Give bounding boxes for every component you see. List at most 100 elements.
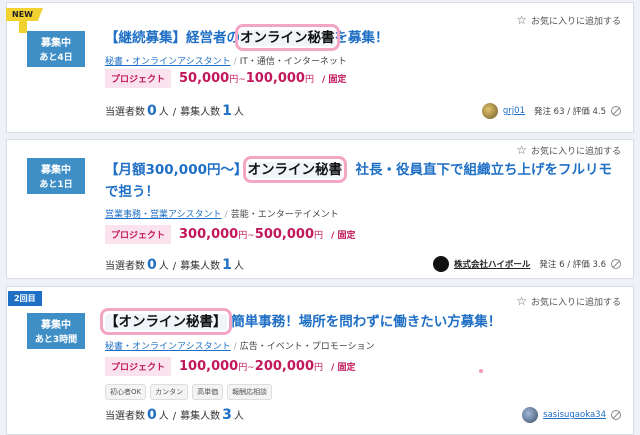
client-name-link[interactable]: 株式会社ハイボール	[454, 258, 530, 270]
client-info: 株式会社ハイボール 発注 6 / 評価 3.6	[433, 256, 621, 272]
selected-count: 0	[147, 257, 157, 273]
add-favorite-button[interactable]: ☆ お気に入りに追加する	[516, 294, 621, 308]
add-favorite-button[interactable]: ☆ お気に入りに追加する	[516, 143, 621, 157]
annotation-dot	[479, 369, 483, 373]
count-separator: /	[172, 107, 177, 118]
project-tag: プロジェクト	[105, 357, 172, 376]
job-card[interactable]: 募集中 あと3時間 ☆ お気に入りに追加する 【オンライン秘書】 簡単事務！場所…	[6, 286, 634, 435]
range-tilde: ~	[238, 75, 246, 85]
avatar[interactable]	[522, 407, 539, 423]
category-link[interactable]: 営業事務・営業アシスタント	[105, 210, 222, 220]
feature-tag[interactable]: カンタン	[150, 384, 189, 400]
block-icon[interactable]	[611, 410, 621, 420]
title-highlight: オンライン秘書	[247, 162, 342, 178]
feature-tags: 初心者OK カンタン 高単価 報酬応相談	[105, 384, 273, 400]
client-info: sasisugaoka34	[522, 407, 621, 423]
client-name-link[interactable]: grj01	[503, 106, 525, 116]
favorite-label: お気に入りに追加する	[530, 16, 621, 27]
status-badge: 募集中 あと3時間	[27, 313, 85, 349]
title-text: 【継続募集】経営者の	[105, 30, 240, 46]
category-link[interactable]: 秘書・オンラインアシスタント	[105, 57, 231, 67]
recruit-count: 1	[222, 103, 232, 119]
category-separator: /	[233, 342, 237, 352]
recruit-label: 募集人数	[180, 411, 221, 422]
yen-unit: 円	[304, 75, 314, 85]
title-text: を募集！	[334, 30, 389, 46]
price-row: プロジェクト 50,000円~100,000円 / 固定	[105, 69, 346, 88]
project-tag: プロジェクト	[105, 69, 172, 88]
add-favorite-button[interactable]: ☆ お気に入りに追加する	[516, 13, 621, 27]
client-stats: 発注 6 / 評価 3.6	[539, 260, 606, 270]
recruit-label: 募集人数	[180, 107, 221, 118]
price-min: 100,000	[179, 359, 239, 374]
category-separator: /	[224, 210, 228, 220]
counts-row: 当選者数 0 人 / 募集人数 3 人	[105, 407, 244, 423]
block-icon[interactable]	[611, 259, 621, 269]
person-unit: 人	[158, 261, 169, 272]
category-link[interactable]: 秘書・オンラインアシスタント	[105, 342, 231, 352]
subcategory: IT・通信・インターネット	[239, 57, 347, 67]
counts-row: 当選者数 0 人 / 募集人数 1 人	[105, 103, 244, 119]
new-badge: NEW	[6, 8, 43, 21]
selected-label: 当選者数	[105, 261, 145, 272]
person-unit: 人	[158, 411, 169, 422]
count-separator: /	[172, 411, 177, 422]
subcategory: 広告・イベント・プロモーション	[239, 342, 375, 352]
title-highlight: オンライン秘書	[240, 30, 335, 46]
price-min: 50,000	[179, 71, 230, 86]
repeat-badge: 2回目	[8, 291, 42, 306]
fixed-label: / 固定	[331, 231, 356, 241]
job-title-link[interactable]: 【月額300,000円〜】オンライン秘書！社長・役員直下で組織立ち上げをフルリモ…	[105, 159, 615, 203]
counts-row: 当選者数 0 人 / 募集人数 1 人	[105, 257, 244, 273]
status-label: 募集中	[41, 320, 71, 331]
fixed-label: / 固定	[331, 363, 356, 373]
selected-label: 当選者数	[105, 107, 145, 118]
status-badge: 募集中 あと4日	[27, 31, 85, 67]
subcategory: 芸能・エンターテイメント	[230, 210, 339, 220]
feature-tag[interactable]: 報酬応相談	[227, 384, 273, 400]
avatar[interactable]	[433, 256, 450, 272]
yen-unit: 円	[314, 363, 324, 373]
price-range: 300,000円~500,000円	[179, 227, 323, 242]
title-text: 【月額300,000円〜】	[105, 162, 248, 178]
person-unit: 人	[158, 107, 169, 118]
range-tilde: ~	[247, 363, 255, 373]
yen-unit: 円	[238, 363, 248, 373]
job-title-link[interactable]: 【継続募集】経営者のオンライン秘書を募集！	[105, 27, 505, 49]
feature-tag[interactable]: 高単価	[192, 384, 224, 400]
person-unit: 人	[233, 261, 244, 272]
price-max: 200,000	[254, 359, 315, 374]
price-max: 500,000	[254, 227, 315, 242]
status-badge: 募集中 あと1日	[27, 158, 85, 194]
price-row: プロジェクト 100,000円~200,000円 / 固定	[105, 357, 355, 376]
avatar[interactable]	[481, 103, 498, 119]
client-stats: 発注 63 / 評価 4.5	[533, 107, 606, 117]
person-unit: 人	[233, 107, 244, 118]
favorite-label: お気に入りに追加する	[530, 297, 621, 308]
price-range: 100,000円~200,000円	[179, 359, 323, 374]
remaining-time: あと3時間	[34, 335, 78, 345]
job-title-link[interactable]: 【オンライン秘書】 簡単事務！場所を問わずに働きたい方募集！	[105, 311, 625, 333]
status-label: 募集中	[41, 38, 71, 49]
category-breadcrumb: 秘書・オンラインアシスタント / 広告・イベント・プロモーション	[105, 339, 375, 352]
status-label: 募集中	[41, 165, 71, 176]
yen-unit: 円	[314, 231, 324, 241]
project-tag: プロジェクト	[105, 225, 172, 244]
job-card[interactable]: 募集中 あと4日 ☆ お気に入りに追加する 【継続募集】経営者のオンライン秘書を…	[6, 2, 634, 133]
recruit-count: 1	[222, 257, 232, 273]
star-icon: ☆	[516, 294, 527, 308]
recruit-label: 募集人数	[180, 261, 221, 272]
selected-count: 0	[147, 407, 157, 423]
yen-unit: 円	[238, 231, 248, 241]
range-tilde: ~	[247, 231, 255, 241]
job-card[interactable]: 募集中 あと1日 ☆ お気に入りに追加する 【月額300,000円〜】オンライン…	[6, 139, 634, 279]
client-name-link[interactable]: sasisugaoka34	[543, 410, 606, 420]
yen-unit: 円	[229, 75, 239, 85]
star-icon: ☆	[516, 13, 527, 27]
block-icon[interactable]	[611, 106, 621, 116]
price-min: 300,000	[179, 227, 239, 242]
favorite-label: お気に入りに追加する	[530, 146, 621, 157]
price-max: 100,000	[245, 71, 305, 86]
category-breadcrumb: 秘書・オンラインアシスタント / IT・通信・インターネット	[105, 54, 347, 67]
feature-tag[interactable]: 初心者OK	[105, 384, 147, 400]
